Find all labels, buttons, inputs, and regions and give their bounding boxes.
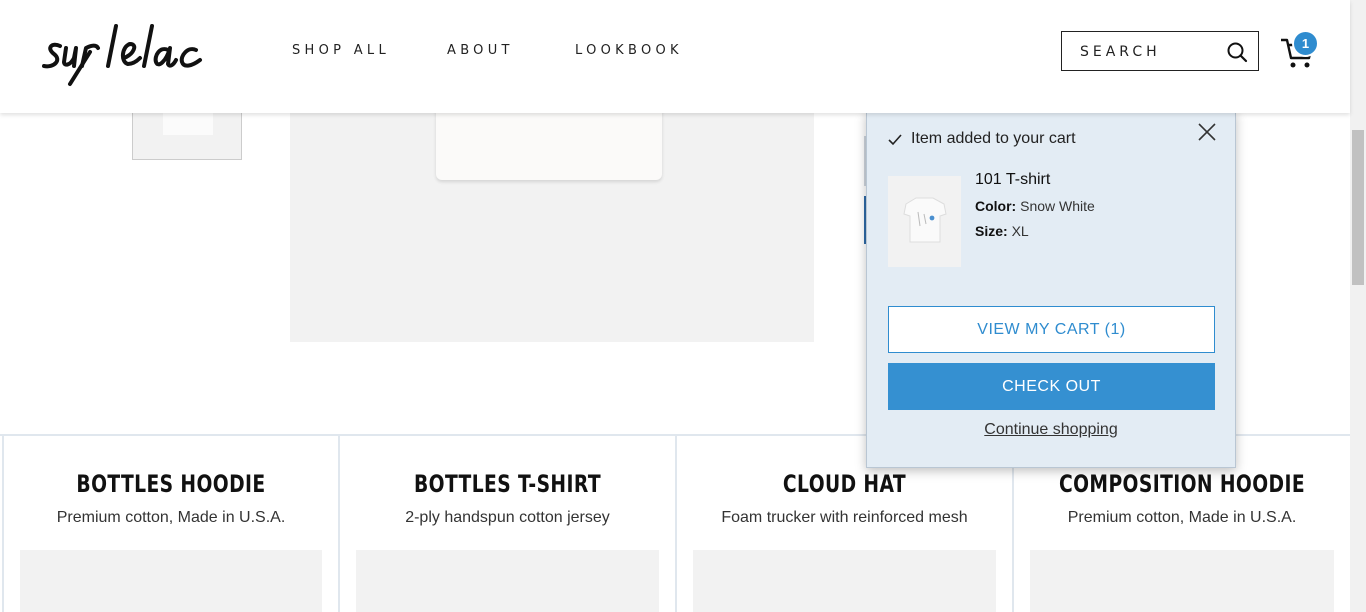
product-title: BOTTLES T-SHIRT [414, 470, 601, 498]
color-value: Snow White [1020, 198, 1095, 214]
product-title: BOTTLES HOODIE [76, 470, 266, 498]
cart-item-name: 101 T-shirt [975, 171, 1051, 188]
cart-item-color: Color: Snow White [975, 198, 1095, 214]
tshirt-graphic [903, 197, 947, 243]
nav-about[interactable]: ABOUT [447, 43, 514, 58]
product-description: Foam trucker with reinforced mesh [721, 509, 968, 526]
checkmark-icon [888, 134, 902, 146]
product-description: Premium cotton, Made in U.S.A. [1067, 509, 1297, 526]
cart-item-size: Size: XL [975, 223, 1029, 239]
cart-count-badge[interactable]: 1 [1292, 30, 1319, 57]
product-image [356, 550, 659, 612]
product-image [1030, 550, 1334, 612]
cart-item-image [888, 176, 961, 267]
page-scrollbar[interactable] [1350, 0, 1366, 612]
scrollbar-thumb[interactable] [1352, 130, 1364, 285]
nav-shop-all[interactable]: SHOP ALL [292, 43, 390, 58]
product-card[interactable]: BOTTLES HOODIE Premium cotton, Made in U… [2, 436, 338, 612]
size-value: XL [1011, 223, 1029, 239]
brand-logo[interactable] [40, 22, 210, 88]
product-title: CLOUD HAT [782, 470, 907, 498]
product-main-image[interactable] [290, 100, 814, 342]
cart-added-popup: Item added to your cart 101 T-shirt Colo… [866, 111, 1236, 468]
product-card[interactable]: BOTTLES T-SHIRT 2-ply handspun cotton je… [338, 436, 675, 612]
nav-lookbook[interactable]: LOOKBOOK [575, 43, 683, 58]
product-description: Premium cotton, Made in U.S.A. [56, 509, 286, 526]
product-image [20, 550, 322, 612]
view-cart-button[interactable]: VIEW MY CART (1) [888, 306, 1215, 353]
close-icon[interactable] [1197, 122, 1217, 142]
color-label: Color: [975, 198, 1017, 214]
product-image [693, 550, 996, 612]
continue-shopping-link[interactable]: Continue shopping [867, 421, 1235, 439]
search-input[interactable] [1080, 41, 1220, 63]
product-title: COMPOSITION HOODIE [1058, 470, 1305, 498]
logo-lettering [42, 24, 202, 86]
item-added-message: Item added to your cart [911, 130, 1076, 147]
search-icon[interactable] [1226, 41, 1248, 63]
product-description: 2-ply handspun cotton jersey [405, 509, 610, 526]
size-label: Size: [975, 223, 1008, 239]
checkout-button[interactable]: CHECK OUT [888, 363, 1215, 410]
site-header: SHOP ALL ABOUT LOOKBOOK 1 [0, 0, 1350, 113]
search-box [1061, 31, 1259, 71]
